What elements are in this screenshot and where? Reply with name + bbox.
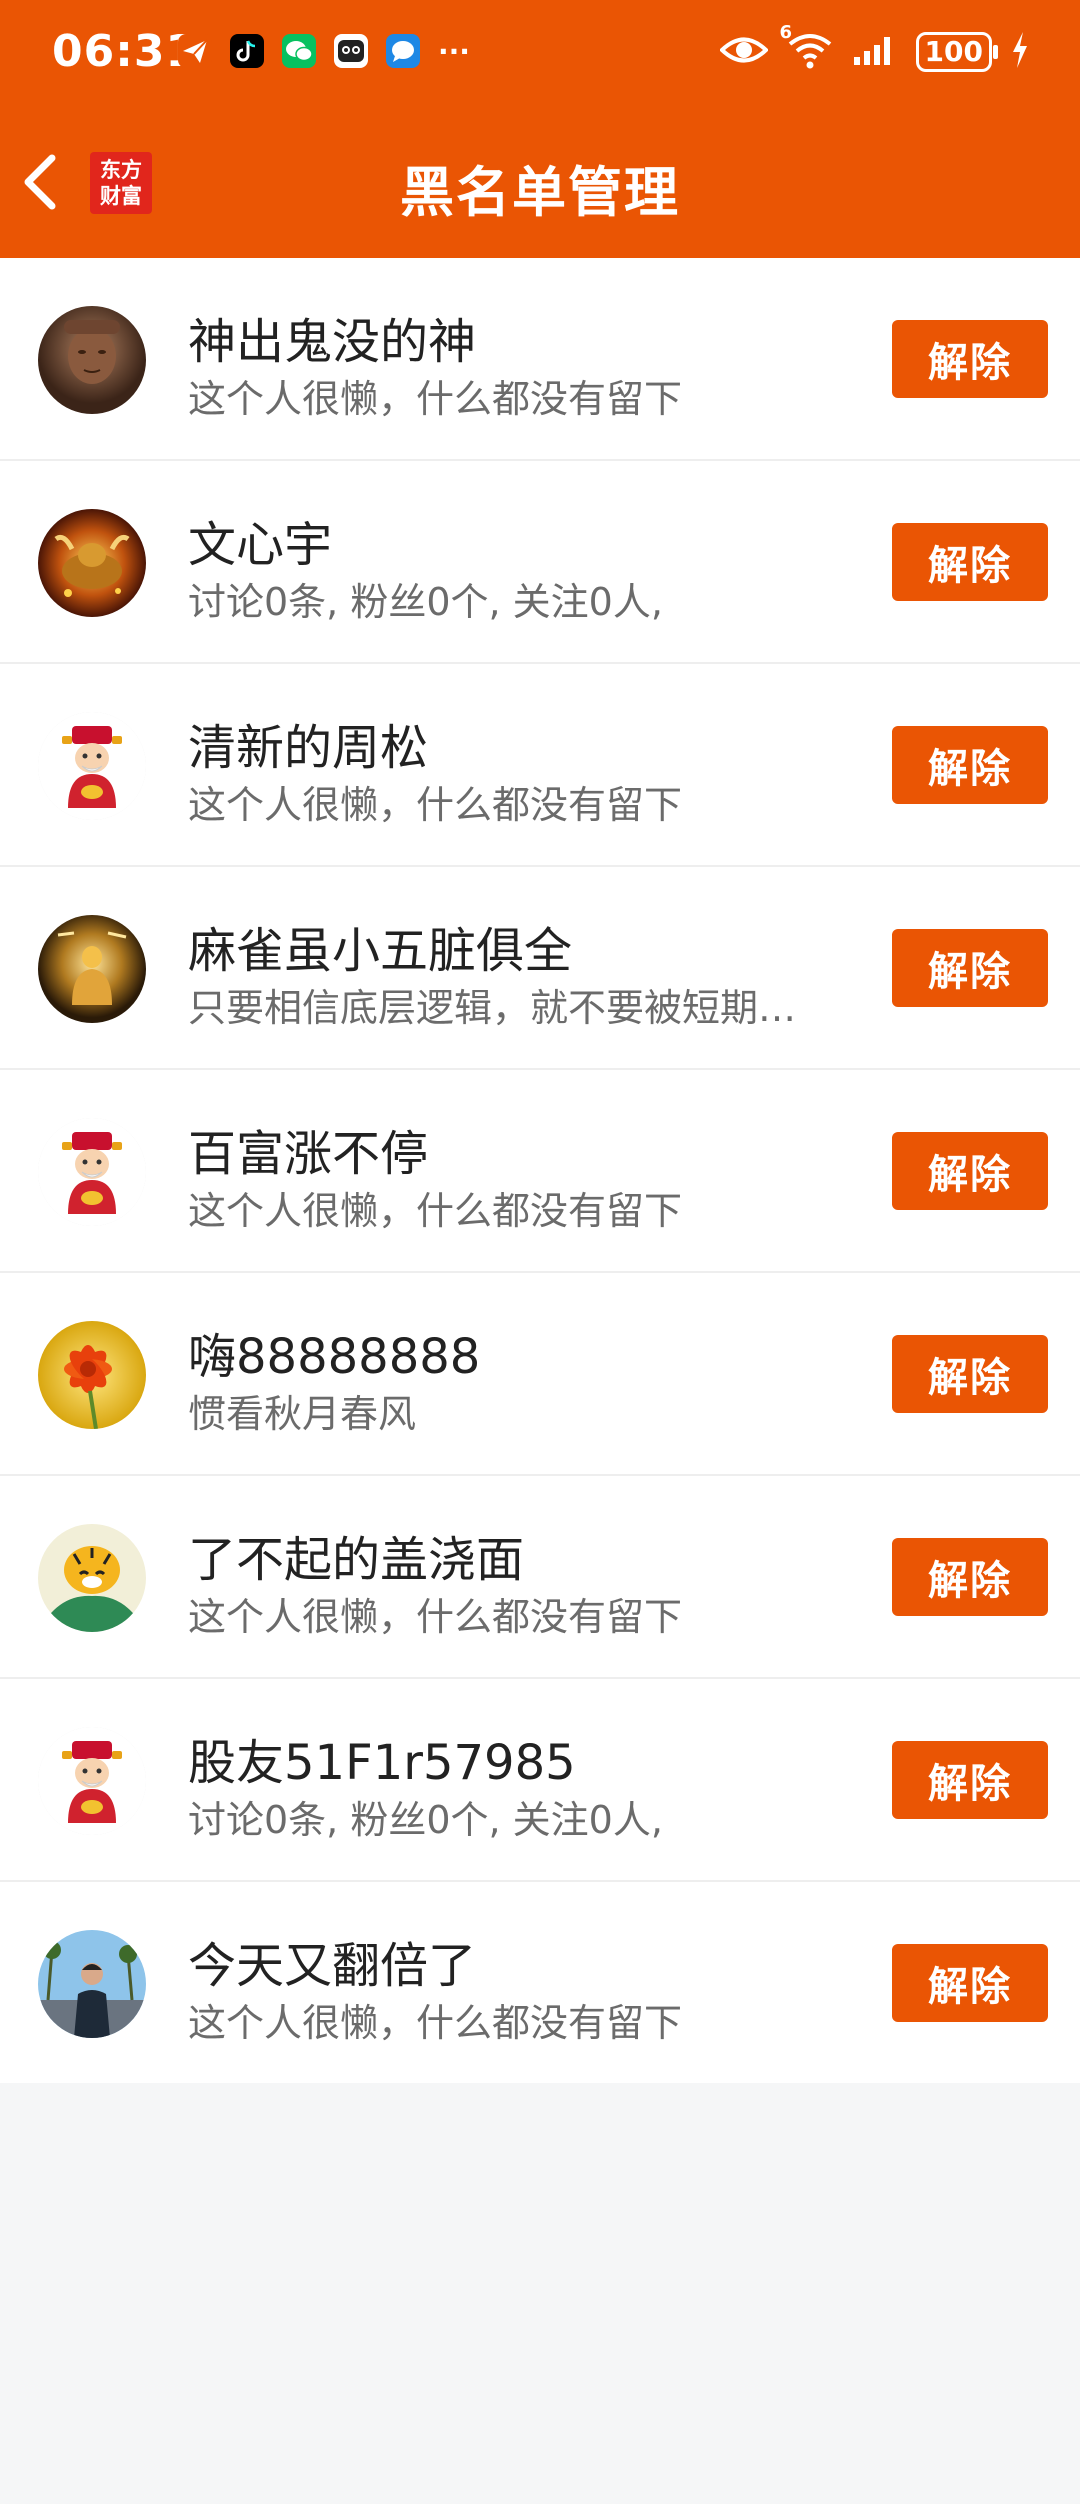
user-name: 百富涨不停 [188,1126,429,1182]
notification-icons: ··· [178,34,470,68]
user-description: 这个人很懒，什么都没有留下 [188,2001,683,2045]
more-notifications: ··· [438,34,470,68]
game-icon [334,34,368,68]
remove-button[interactable]: 解除 [892,320,1048,398]
tiktok-icon [230,34,264,68]
page-title: 黑名单管理 [400,161,680,224]
blacklist-row[interactable]: 文心宇讨论0条, 粉丝0个, 关注0人, 解除 [0,461,1080,664]
user-description: 这个人很懒，什么都没有留下 [188,1595,683,1639]
wifi-icon: 6 [780,22,834,74]
status-bar: 06:31 ··· 6 100 [0,0,1080,100]
eye-icon [718,33,769,71]
user-description: 这个人很懒，什么都没有留下 [188,1189,683,1233]
fortune-god-avatar[interactable] [38,1118,146,1226]
remove-button[interactable]: 解除 [892,726,1048,804]
blacklist-row[interactable]: 神出鬼没的神这个人很懒，什么都没有留下 解除 [0,258,1080,461]
status-right: 6 100 [718,22,1030,74]
golden-bull-avatar[interactable] [38,509,146,617]
user-description: 只要相信底层逻辑，就不要被短期… [188,986,797,1030]
remove-button[interactable]: 解除 [892,1335,1048,1413]
network-label: 6 [779,22,793,43]
user-name: 神出鬼没的神 [188,314,477,370]
blacklist: 神出鬼没的神 这个人很懒，什么都没有留下 解除 文心宇 讨论0条, 粉丝0个, 关注0人… [0,258,1080,2083]
user-description: 惯看秋月春风 [188,1392,417,1436]
user-name: 清新的周松 [188,720,429,776]
remove-button[interactable]: 解除 [892,523,1048,601]
message-icon [386,34,420,68]
user-name: 嗨88888888 [188,1329,481,1385]
blacklist-row[interactable]: 了不起的盖浇面这个人很懒，什么都没有留下 解除 [0,1476,1080,1679]
fortune-god-avatar[interactable] [38,1727,146,1835]
blacklist-row[interactable]: 清新的周松这个人很懒，什么都没有留下 解除 [0,664,1080,867]
user-name: 了不起的盖浇面 [188,1532,525,1588]
blacklist-row[interactable]: 股友51F1r57985 讨论0条, 粉丝0个, 关注0人, 解除 [0,1679,1080,1882]
fortune-god-avatar[interactable] [38,712,146,820]
person-photo-avatar[interactable] [38,1930,146,2038]
blacklist-row[interactable]: 百富涨不停这个人很懒，什么都没有留下 解除 [0,1070,1080,1273]
remove-button[interactable]: 解除 [892,1741,1048,1819]
remove-button[interactable]: 解除 [892,929,1048,1007]
user-description: 讨论0条, 粉丝0个, 关注0人, [188,580,663,624]
wechat-icon [282,34,316,68]
signal-icon [852,33,898,71]
blacklist-row[interactable]: 麻雀虽小五脏俱全 只要相信底层逻辑，就不要被短期… 解除 [0,867,1080,1070]
blacklist-row[interactable]: 今天又翻倍了这个人很懒，什么都没有留下 解除 [0,1882,1080,2083]
user-description: 这个人很懒，什么都没有留下 [188,783,683,827]
remove-button[interactable]: 解除 [892,1538,1048,1616]
battery-indicator: 100 [915,32,999,72]
user-name: 麻雀虽小五脏俱全 [188,923,573,979]
tiger-avatar[interactable] [38,1524,146,1632]
red-flower-avatar[interactable] [38,1321,146,1429]
remove-button[interactable]: 解除 [892,1132,1048,1210]
app-bar: 东方 财富 黑名单管理 [0,100,1080,258]
user-description: 讨论0条, 粉丝0个, 关注0人, [188,1798,663,1842]
golden-buddha-avatar[interactable] [38,915,146,1023]
blacklist-row[interactable]: 嗨88888888 惯看秋月春风 解除 [0,1273,1080,1476]
statue-avatar[interactable] [38,306,146,414]
user-name: 今天又翻倍了 [188,1938,477,1994]
charging-icon [1010,30,1030,74]
user-description: 这个人很懒，什么都没有留下 [188,377,683,421]
user-name: 文心宇 [188,517,333,573]
remove-button[interactable]: 解除 [892,1944,1048,2022]
user-name: 股友51F1r57985 [188,1735,576,1791]
paper-plane-icon [178,34,212,68]
status-time: 06:31 [52,26,198,77]
